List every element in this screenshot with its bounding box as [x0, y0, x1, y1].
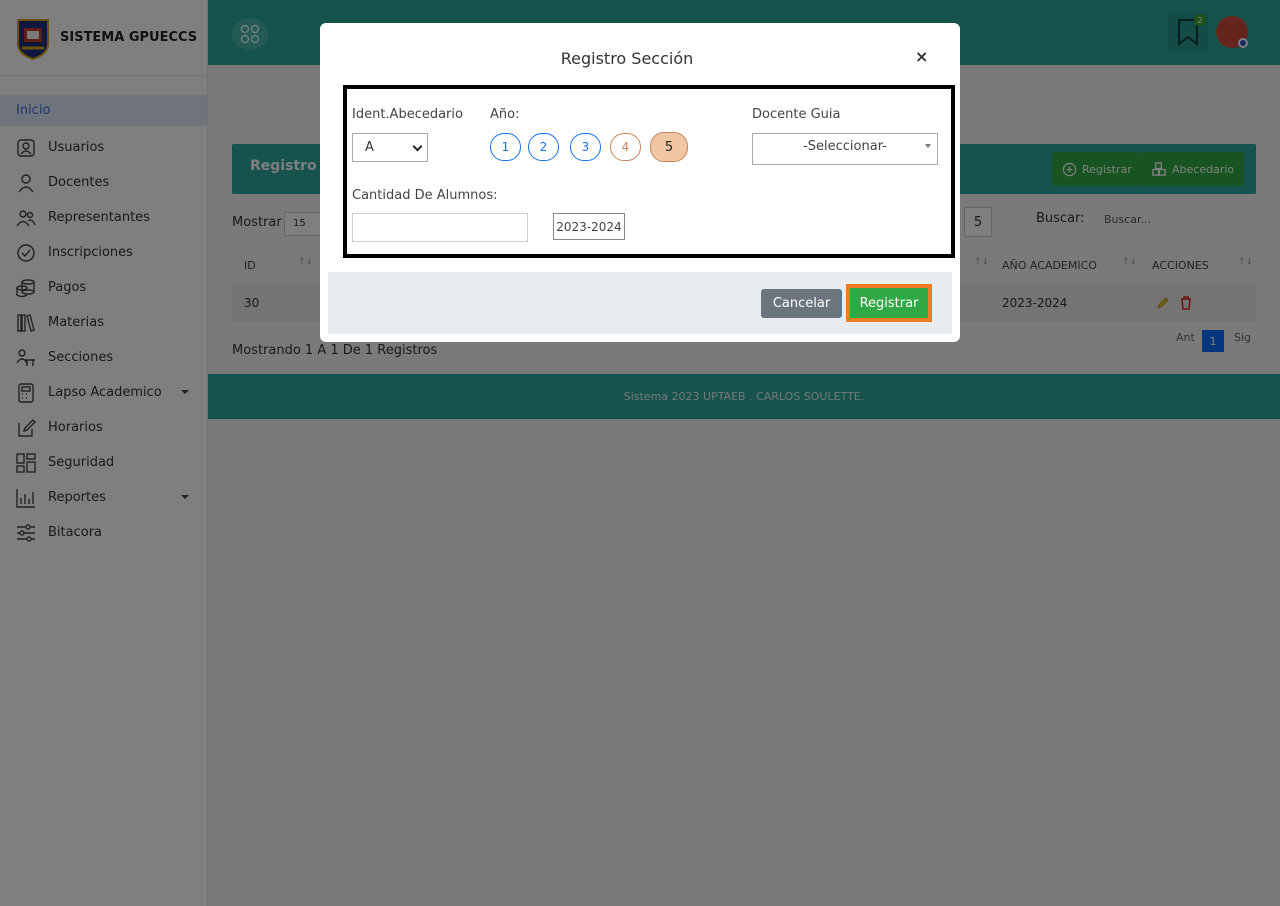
year-option-1[interactable]: 1 — [490, 133, 521, 161]
docente-label: Docente Guia — [752, 107, 841, 122]
year-option-4[interactable]: 4 — [610, 133, 641, 161]
caret-down-icon — [925, 144, 931, 148]
year-option-5[interactable]: 5 — [650, 132, 688, 162]
cantidad-label: Cantidad De Alumnos: — [352, 188, 498, 203]
chevron-down-icon — [412, 141, 423, 152]
modal-footer: Cancelar Registrar — [328, 272, 952, 334]
anio-label: Año: — [490, 107, 520, 122]
ident-label: Ident.Abecedario — [352, 107, 463, 122]
year-academico-field[interactable]: 2023-2024 — [553, 213, 625, 240]
modal-title: Registro Sección — [560, 49, 694, 68]
year-option-3[interactable]: 3 — [570, 133, 601, 161]
year-option-2[interactable]: 2 — [528, 133, 559, 161]
cancel-button[interactable]: Cancelar — [761, 289, 842, 318]
ident-select[interactable]: A — [352, 133, 428, 162]
docente-select[interactable]: -Seleccionar- — [752, 133, 938, 165]
cantidad-input[interactable] — [352, 213, 528, 242]
submit-registrar-button[interactable]: Registrar — [846, 284, 932, 322]
close-button[interactable]: × — [915, 47, 928, 66]
registro-seccion-modal: Registro Sección × Ident.Abecedario A Añ… — [320, 23, 960, 342]
docente-select-value: -Seleccionar- — [803, 139, 887, 154]
ident-select-value: A — [365, 140, 374, 155]
